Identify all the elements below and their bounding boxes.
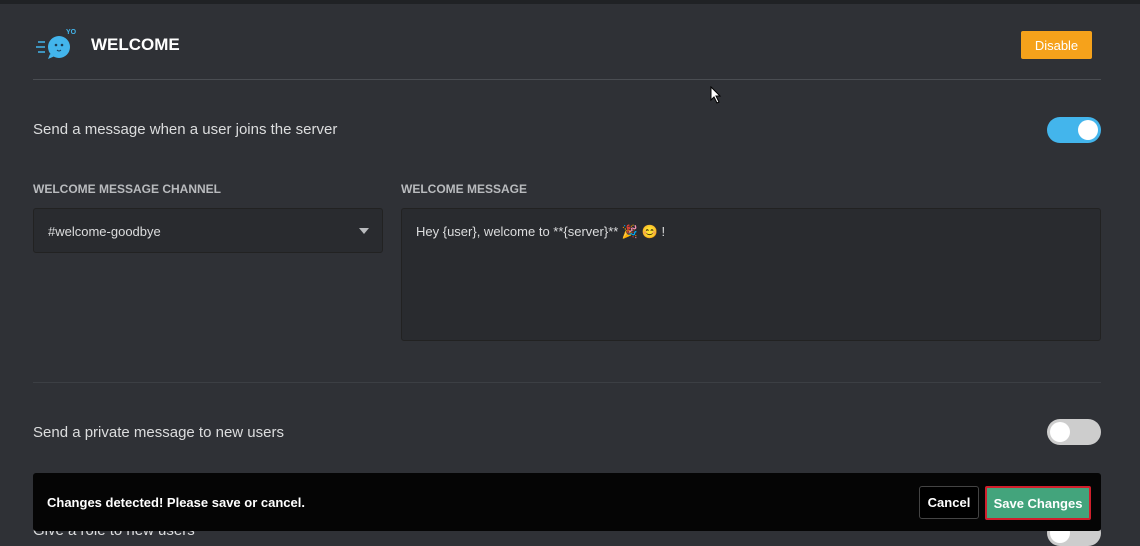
private-message-label: Send a private message to new users	[33, 424, 284, 441]
unsaved-changes-bar: Changes detected! Please save or cancel.…	[33, 473, 1101, 531]
chevron-down-icon	[359, 228, 369, 234]
disable-button[interactable]: Disable	[1021, 31, 1092, 59]
svg-text:YO: YO	[66, 29, 77, 36]
changes-detected-text: Changes detected! Please save or cancel.	[47, 495, 305, 510]
message-label: WELCOME MESSAGE	[401, 182, 528, 196]
toggle-knob	[1078, 120, 1098, 140]
page-title: WELCOME	[91, 35, 180, 54]
welcome-bot-logo: YO	[36, 29, 77, 59]
save-changes-button[interactable]: Save Changes	[985, 486, 1091, 520]
welcome-message-input[interactable]: Hey {user}, welcome to **{server}** 🎉 😊 …	[401, 208, 1101, 341]
module-header: YO WELCOME Disable	[33, 22, 1101, 80]
toggle-knob	[1050, 422, 1070, 442]
mouse-cursor-icon	[710, 86, 722, 104]
join-message-label: Send a message when a user joins the ser…	[33, 121, 338, 138]
top-bar	[0, 0, 1140, 4]
channel-value: #welcome-goodbye	[48, 224, 161, 239]
divider	[33, 382, 1101, 383]
channel-label: WELCOME MESSAGE CHANNEL	[33, 182, 222, 196]
private-message-toggle[interactable]	[1047, 419, 1101, 445]
cancel-button[interactable]: Cancel	[919, 486, 979, 519]
join-message-toggle[interactable]	[1047, 117, 1101, 143]
channel-select[interactable]: #welcome-goodbye	[33, 208, 383, 253]
